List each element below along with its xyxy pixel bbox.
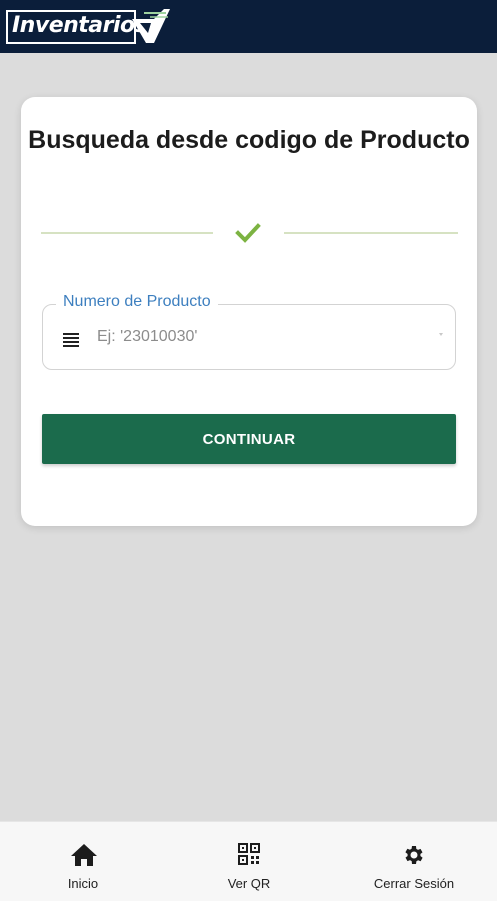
nav-label-ver-qr: Ver QR [227, 876, 271, 891]
divider-right [284, 232, 458, 234]
product-number-input[interactable] [97, 325, 427, 349]
bottom-navigation: Inicio Ver QR Cerrar Sesión [0, 821, 497, 901]
nav-label-cerrar-sesion: Cerrar Sesión [373, 876, 455, 891]
gear-icon [405, 846, 423, 864]
qr-code-icon [238, 843, 260, 865]
card-title: Busqueda desde codigo de Producto [28, 126, 470, 154]
top-app-bar: Inventarios [0, 0, 497, 53]
product-number-label: Numero de Producto [56, 293, 218, 311]
divider-left [41, 232, 213, 234]
search-card: Busqueda desde codigo de Producto Numero… [21, 97, 477, 526]
check-icon [235, 223, 261, 243]
home-icon [71, 844, 97, 866]
nav-item-cerrar-sesion[interactable]: Cerrar Sesión [331, 822, 497, 901]
nav-label-inicio: Inicio [67, 876, 99, 891]
dropdown-caret-icon [439, 333, 443, 336]
product-number-field[interactable]: Numero de Producto [42, 293, 456, 370]
continue-button[interactable]: CONTINUAR [42, 414, 456, 464]
nav-item-inicio[interactable]: Inicio [0, 822, 166, 901]
list-icon [63, 333, 79, 347]
app-logo: Inventarios [6, 7, 172, 47]
logo-check-icon [132, 9, 170, 43]
nav-item-ver-qr[interactable]: Ver QR [166, 822, 332, 901]
